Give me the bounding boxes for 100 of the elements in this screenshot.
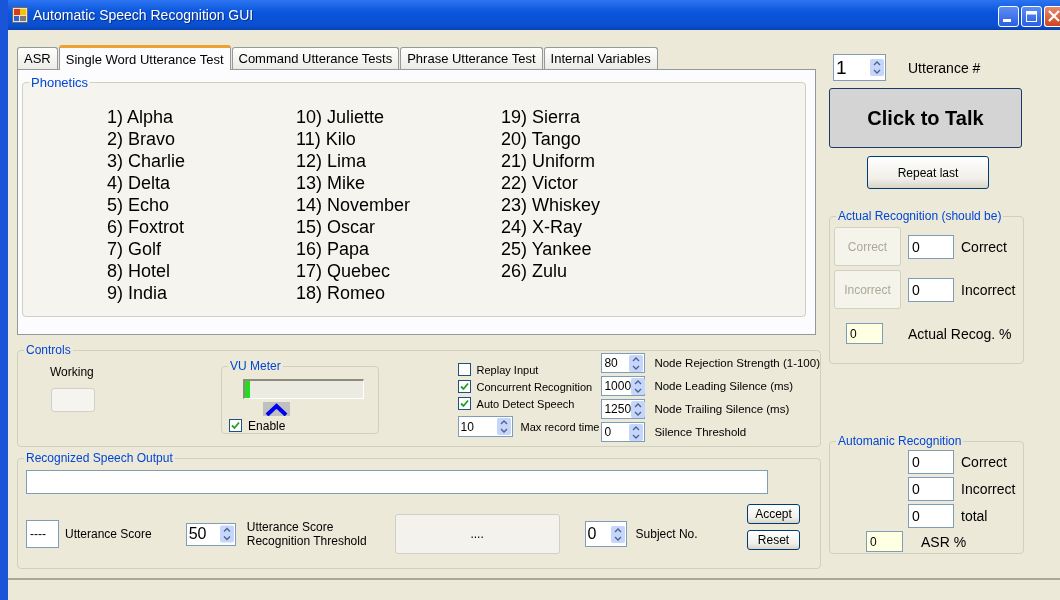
phonetic-word: 10) Juliette — [296, 106, 386, 128]
output-field[interactable] — [26, 470, 768, 494]
checkbox-label: Enable — [248, 418, 286, 433]
close-button[interactable] — [1044, 5, 1060, 27]
field-label: total — [961, 508, 988, 524]
field-label: Incorrect — [961, 481, 1016, 497]
window-title: Automatic Speech Recognition GUI — [33, 7, 254, 23]
spin-arrows-icon[interactable] — [496, 418, 511, 435]
chevron-up-icon[interactable] — [263, 402, 291, 416]
phonetic-word: 21) Uniform — [501, 150, 597, 172]
field-label: Node Rejection Strength (1-100) — [654, 357, 820, 369]
percent-field[interactable]: 0 — [846, 323, 883, 344]
maximize-icon — [1026, 10, 1037, 22]
phonetic-word: 1) Alpha — [107, 106, 175, 128]
result-button[interactable]: .... — [394, 514, 560, 554]
field-label: Utterance Score — [65, 527, 152, 541]
spin-arrows-icon[interactable] — [629, 354, 644, 372]
minimize-button[interactable] — [998, 5, 1019, 27]
spin-arrows-icon[interactable] — [219, 525, 234, 543]
checkbox-label: Auto Detect Speech — [476, 397, 575, 410]
group-title: Recognized Speech Output — [25, 451, 174, 465]
tab[interactable]: ASR — [17, 47, 58, 69]
number-spinner[interactable]: 50 — [185, 522, 236, 546]
phonetic-word: 14) November — [296, 194, 412, 216]
field-label: Incorrect — [961, 281, 1016, 298]
checkbox[interactable] — [457, 363, 471, 376]
phonetic-word: 7) Golf — [107, 238, 163, 260]
group-title: Controls — [25, 343, 72, 357]
number-spinner[interactable]: 80 — [601, 353, 646, 373]
group-title: VU Meter — [229, 359, 282, 373]
checkbox[interactable] — [229, 419, 243, 432]
phonetic-word: 16) Papa — [296, 238, 371, 260]
phonetic-word: 23) Whiskey — [501, 194, 602, 216]
minimize-icon — [1003, 18, 1011, 22]
phonetic-word: 19) Sierra — [501, 106, 582, 128]
phonetic-word: 9) India — [107, 282, 169, 304]
percent-field[interactable]: 0 — [866, 531, 903, 552]
phonetic-word: 24) X-Ray — [501, 216, 584, 238]
group-title: Phonetics — [30, 75, 90, 90]
field-label: Utterance Score Recognition Threshold — [246, 520, 367, 548]
spin-arrows-icon[interactable] — [631, 400, 646, 418]
phonetic-word: 3) Charlie — [107, 150, 187, 172]
phonetic-word: 15) Oscar — [296, 216, 377, 238]
count-field[interactable]: 0 — [908, 450, 954, 474]
phonetic-word: 11) Kilo — [296, 128, 357, 150]
spin-arrows-icon[interactable] — [870, 56, 884, 79]
phonetic-word: 8) Hotel — [107, 260, 172, 282]
field-label: ASR % — [921, 533, 967, 550]
app-icon — [12, 7, 28, 23]
field-label: Node Leading Silence (ms) — [654, 380, 794, 392]
tab[interactable]: Single Word Utterance Test — [58, 45, 231, 70]
tab[interactable]: Internal Variables — [543, 47, 658, 69]
repeat-button[interactable]: Repeat last — [867, 156, 989, 189]
number-spinner[interactable]: 0 — [601, 422, 646, 442]
spin-arrows-icon[interactable] — [610, 523, 625, 545]
score-field[interactable]: ---- — [26, 520, 59, 548]
field-label: Utterance # — [908, 59, 981, 76]
phonetic-word: 22) Victor — [501, 172, 579, 194]
number-spinner[interactable]: 0 — [584, 521, 627, 547]
count-field[interactable]: 0 — [908, 477, 954, 501]
checkbox-label: Concurrent Recognition — [476, 380, 593, 393]
spin-arrows-icon[interactable] — [629, 423, 644, 441]
close-icon — [1048, 10, 1060, 22]
number-spinner[interactable]: 1 — [833, 54, 886, 81]
maximize-button[interactable] — [1021, 5, 1042, 27]
group-title: Automanic Recognition — [837, 434, 963, 448]
phonetic-word: 17) Quebec — [296, 260, 392, 282]
talk-button[interactable]: Click to Talk — [829, 88, 1022, 148]
phonetic-word: 12) Lima — [296, 150, 368, 172]
phonetic-word: 18) Romeo — [296, 282, 387, 304]
field-label: Max record time — [520, 420, 600, 433]
number-spinner[interactable]: 1250 — [601, 399, 646, 419]
checkbox[interactable] — [457, 397, 471, 410]
field-label: Correct — [961, 238, 1007, 255]
phonetic-word: 5) Echo — [107, 194, 171, 216]
phonetic-word: 20) Tango — [501, 128, 582, 150]
phonetic-word: 25) Yankee — [501, 238, 593, 260]
phonetic-word: 4) Delta — [107, 172, 172, 194]
phonetic-word: 6) Foxtrot — [107, 216, 186, 238]
count-field[interactable]: 0 — [908, 504, 954, 528]
tab[interactable]: Command Utterance Tests — [231, 47, 400, 69]
spin-arrows-icon[interactable] — [631, 377, 646, 395]
phonetic-word: 26) Zulu — [501, 260, 569, 282]
checkbox-label: Replay Input — [476, 363, 539, 376]
field-label: Silence Threshold — [654, 426, 747, 438]
number-spinner[interactable]: 10 — [457, 416, 513, 437]
field-label: Actual Recog. % — [908, 325, 1012, 342]
field-label: Node Trailing Silence (ms) — [654, 403, 790, 415]
number-spinner[interactable]: 1000 — [601, 376, 646, 396]
working-label: Working — [50, 365, 95, 379]
field-label: Correct — [961, 454, 1007, 470]
group-title: Actual Recognition (should be) — [837, 209, 1003, 223]
action-button[interactable]: Reset — [747, 530, 800, 550]
phonetic-word: 13) Mike — [296, 172, 367, 194]
field-label: Subject No. — [635, 527, 698, 541]
phonetic-word: 2) Bravo — [107, 128, 177, 150]
action-button[interactable]: Accept — [747, 504, 800, 524]
tab[interactable]: Phrase Utterance Test — [400, 47, 543, 69]
checkbox[interactable] — [457, 380, 471, 393]
status-indicator — [51, 388, 95, 412]
